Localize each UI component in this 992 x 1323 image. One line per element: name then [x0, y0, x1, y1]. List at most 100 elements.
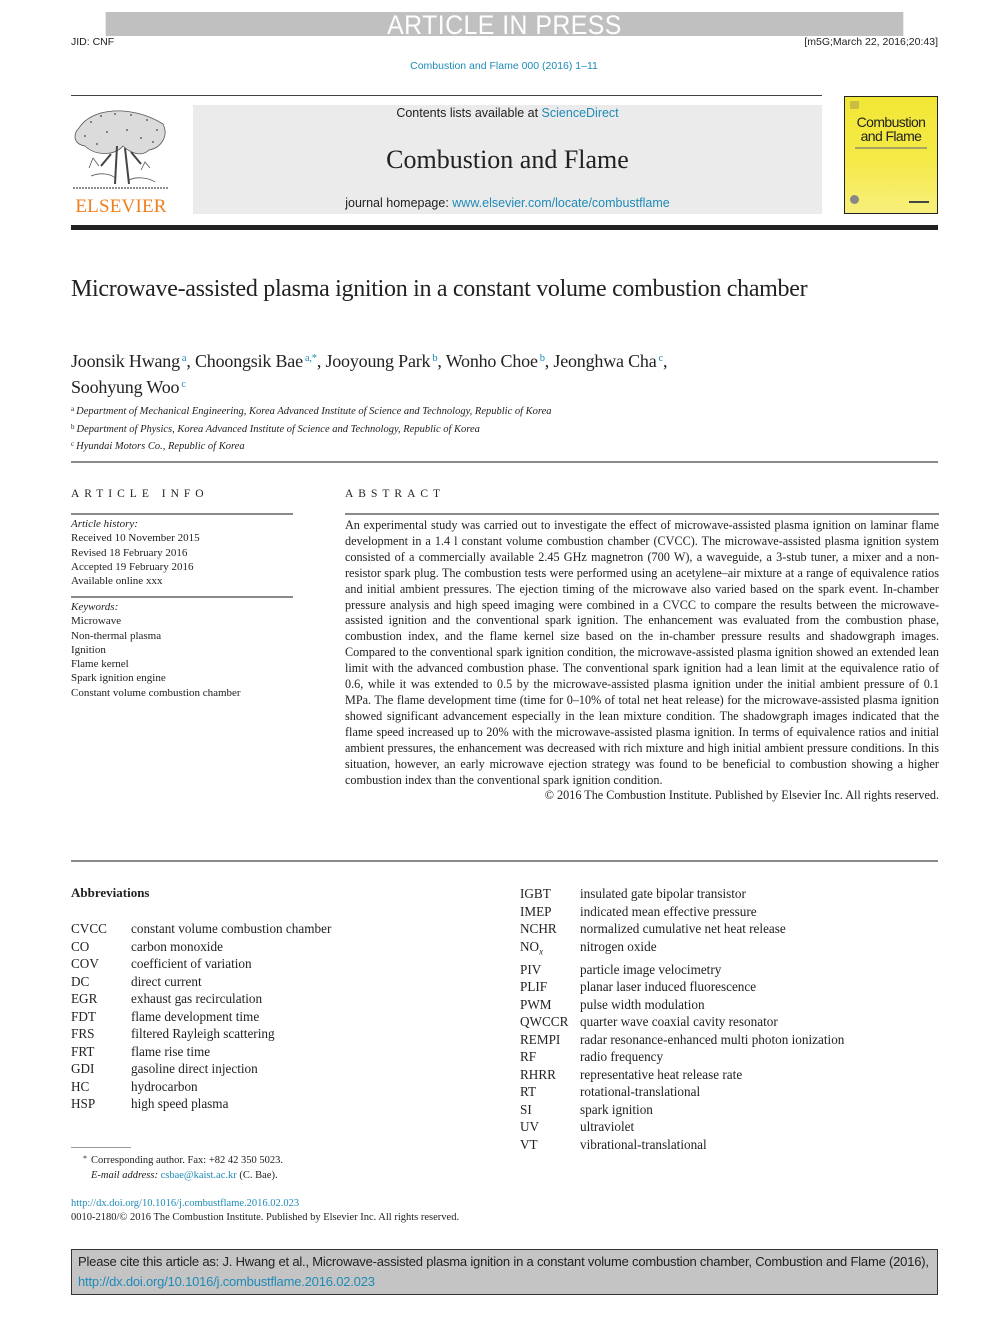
abbreviation-term: UV	[520, 1119, 540, 1135]
keyword: Microwave	[71, 615, 122, 628]
author-name[interactable]: Jooyoung Park	[325, 351, 430, 371]
abbreviation-term: CO	[71, 938, 90, 954]
abbreviation-row: HSP high speed plasma	[71, 1095, 331, 1113]
masthead-bottom-rule	[71, 225, 938, 230]
history-item: Revised 18 February 2016	[71, 546, 188, 559]
abbreviation-term: COV	[71, 956, 99, 971]
footnote-rule	[71, 1147, 131, 1148]
abbreviation-definition: high speed plasma	[131, 1096, 229, 1111]
abbreviation-term: EGR	[71, 991, 98, 1006]
abbreviation-term: HC	[71, 1078, 90, 1094]
author-name[interactable]: Soohyung Woo	[71, 377, 180, 397]
abbreviation-row: REMPI radar resonance-enhanced multi phot…	[520, 1031, 844, 1049]
keywords-rule	[71, 596, 293, 598]
abbreviation-term: PIV	[520, 961, 542, 977]
abbreviation-term: HSP	[71, 1096, 96, 1111]
cover-subtitle-line	[855, 147, 927, 149]
affiliation-mark: a	[71, 405, 75, 413]
abbreviation-definition: spark ignition	[580, 1101, 653, 1117]
abbreviation-definition: constant volume combustion chamber	[131, 921, 332, 936]
abbreviation-row: PIV particle image velocimetry	[520, 961, 844, 979]
affiliation-mark: b	[71, 422, 75, 431]
abbreviation-definition: carbon monoxide	[131, 938, 223, 954]
email-link[interactable]: csbae@kaist.ac.kr	[161, 1170, 237, 1181]
abbreviation-row: PWM pulse width modulation	[520, 996, 844, 1014]
email-note: E-mail address: csbae@kaist.ac.kr (C. Ba…	[91, 1170, 278, 1181]
journal-reference[interactable]: Combustion and Flame 000 (2016) 1–11	[0, 60, 992, 72]
abstract-copyright: © 2016 The Combustion Institute. Publish…	[544, 788, 939, 803]
abbreviation-definition: coefficient of variation	[131, 956, 252, 971]
doi-link[interactable]: http://dx.doi.org/10.1016/j.combustflame…	[71, 1198, 299, 1209]
cover-publisher-mark-icon	[850, 101, 859, 109]
abbreviation-term: GDI	[71, 1061, 95, 1076]
abbreviation-term: QWCCR	[520, 1014, 569, 1030]
abbreviations-heading: Abbreviations	[71, 885, 150, 900]
masthead-top-rule	[71, 95, 822, 96]
abbreviation-definition: representative heat release rate	[580, 1066, 743, 1082]
affiliation-mark[interactable]: a,*	[305, 353, 317, 364]
abbreviation-term: FRS	[71, 1026, 95, 1041]
affiliation-text: Hyundai Motors Co., Republic of Korea	[76, 441, 245, 452]
abbreviation-row: SI spark ignition	[520, 1101, 844, 1119]
abbreviation-definition: radar resonance-enhanced multi photon io…	[580, 1031, 845, 1047]
abbreviation-term: FRT	[71, 1043, 95, 1059]
abbreviation-row: UV ultraviolet	[520, 1118, 844, 1136]
abbreviation-row: IGBT insulated gate bipolar transistor	[520, 885, 844, 903]
abbreviation-definition: rotational-translational	[580, 1084, 701, 1100]
keyword: Non-thermal plasma	[71, 629, 162, 642]
abbreviations-list-right: IGBT insulated gate bipolar transistor IME…	[520, 885, 844, 1153]
abbreviation-term: VT	[520, 1136, 538, 1152]
elsevier-wordmark: ELSEVIER	[75, 196, 167, 217]
affiliation-mark[interactable]: c	[658, 353, 663, 364]
affiliation-item: c Hyundai Motors Co., Republic of Korea	[71, 437, 552, 455]
affiliation-mark[interactable]: b	[540, 353, 545, 364]
abbreviation-row: QWCCR quarter wave coaxial cavity resonat…	[520, 1013, 844, 1031]
author-name[interactable]: Joonsik Hwang	[71, 351, 180, 371]
cover-title: Combustion and Flame	[856, 114, 926, 144]
author-name[interactable]: Wonho Choe	[446, 351, 538, 371]
abbreviation-term: PWM	[520, 996, 552, 1012]
abstract-heading: ABSTRACT	[345, 488, 446, 500]
abstract-bottom-divider	[71, 860, 938, 862]
abbreviation-definition: hydrocarbon	[131, 1078, 198, 1094]
affiliation-item: b Department of Physics, Korea Advanced I…	[71, 420, 552, 438]
abbreviation-definition: flame rise time	[131, 1043, 211, 1059]
journal-masthead: Contents lists available at ScienceDirec…	[193, 105, 822, 214]
abbreviation-row: CO carbon monoxide	[71, 938, 331, 956]
author-name[interactable]: Jeonghwa Cha	[553, 351, 656, 371]
abbreviation-term: NCHR	[520, 921, 557, 936]
history-item: Accepted 19 February 2016	[71, 560, 194, 573]
abstract-body: An experimental study was carried out to…	[345, 518, 939, 804]
abbreviation-definition: quarter wave coaxial cavity resonator	[580, 1014, 778, 1030]
abbreviation-row: RF radio frequency	[520, 1048, 844, 1066]
keywords-label: Keywords:	[71, 601, 119, 613]
abbreviation-row: COV coefficient of variation	[71, 955, 331, 973]
article-info-rule	[71, 513, 293, 515]
sciencedirect-link[interactable]: ScienceDirect	[542, 106, 619, 120]
affiliation-mark[interactable]: c	[181, 379, 186, 390]
abbreviation-term: RF	[520, 1049, 537, 1065]
affiliation-mark[interactable]: a	[182, 353, 187, 364]
issn-copyright: 0010-2180/© 2016 The Combustion Institut…	[71, 1212, 460, 1223]
abbreviation-definition: gasoline direct injection	[131, 1061, 258, 1076]
affiliation-mark[interactable]: b	[432, 353, 437, 364]
contents-availability: Contents lists available at ScienceDirec…	[396, 106, 619, 120]
abbreviation-definition: particle image velocimetry	[580, 961, 722, 977]
author-name[interactable]: Choongsik Bae	[195, 351, 303, 371]
abbreviations-list-left: CVCC constant volume combustion chamber CO…	[71, 920, 331, 1113]
build-stamp: [m5G;March 22, 2016;20:43]	[804, 36, 938, 48]
keyword: Spark ignition engine	[71, 672, 166, 685]
journal-homepage-link[interactable]: www.elsevier.com/locate/combustflame	[452, 196, 669, 210]
abbreviation-term: IGBT	[520, 886, 551, 901]
abbreviation-row: FRT flame rise time	[71, 1043, 331, 1061]
asterisk-mark: *	[83, 1154, 87, 1163]
keyword: Flame kernel	[71, 658, 129, 671]
abbreviation-row: CVCC constant volume combustion chamber	[71, 920, 331, 938]
affiliation-text: Department of Physics, Korea Advanced In…	[76, 423, 480, 435]
journal-cover-thumbnail: Combustion and Flame	[844, 96, 938, 214]
author-list: Joonsik Hwang a, Choongsik Bae a,*, Jooyou…	[71, 351, 668, 397]
abbreviation-row: NCHR normalized cumulative net heat relea…	[520, 920, 844, 938]
citation-doi-link[interactable]: http://dx.doi.org/10.1016/j.combustflame…	[78, 1274, 375, 1289]
abbreviation-definition: planar laser induced fluorescence	[580, 979, 757, 995]
article-history-label: Article history:	[71, 518, 138, 530]
